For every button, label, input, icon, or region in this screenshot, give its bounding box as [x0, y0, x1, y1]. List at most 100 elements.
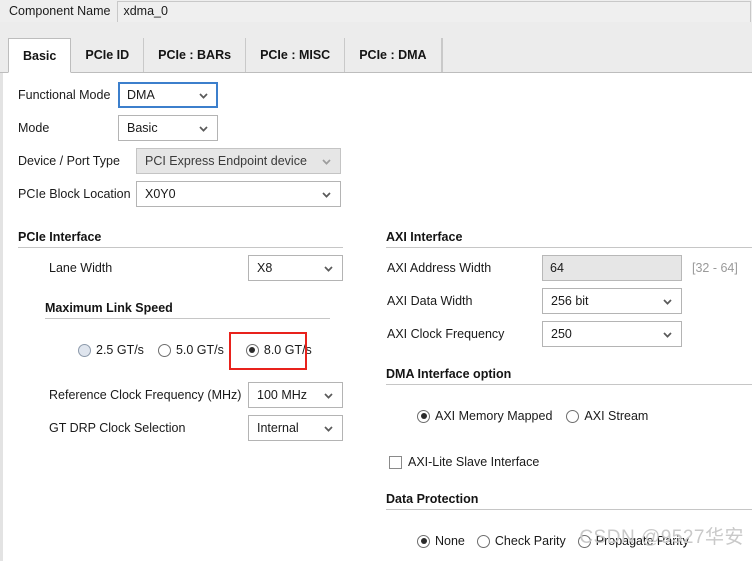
section-divider — [386, 247, 752, 248]
device-port-type-row: Device / Port Type PCI Express Endpoint … — [18, 148, 341, 174]
chevron-down-icon — [661, 328, 674, 341]
data-protection-option-check-parity[interactable]: Check Parity — [476, 534, 566, 548]
mode-label: Mode — [18, 121, 50, 135]
section-divider — [18, 247, 343, 248]
tab-pcie-id[interactable]: PCIe ID — [70, 38, 145, 72]
section-divider — [386, 509, 752, 510]
axi-address-width-label: AXI Address Width — [387, 261, 492, 275]
radio-indicator — [417, 534, 430, 548]
data-protection-option-propagate-parity[interactable]: Propagate Parity — [577, 534, 689, 548]
lane-width-row: Lane Width X8 — [49, 255, 343, 281]
radio-indicator — [245, 343, 259, 357]
radio-label: 8.0 GT/s — [263, 343, 312, 357]
chevron-down-icon — [322, 262, 335, 275]
tab-bar-filler — [441, 38, 752, 72]
gt-drp-clock-selection-dropdown[interactable]: Internal — [248, 415, 343, 441]
checkbox-label: AXI-Lite Slave Interface — [408, 455, 540, 469]
pcie-interface-section-header: PCIe Interface — [18, 230, 343, 248]
component-name-bar: Component Name — [0, 0, 752, 22]
tab-basic[interactable]: Basic — [8, 38, 72, 73]
tab-label: PCIe : MISC — [260, 48, 331, 62]
axi-address-width-range-hint: [32 - 64] — [692, 261, 738, 275]
functional-mode-dropdown[interactable]: DMA — [118, 82, 218, 108]
radio-label: AXI Stream — [584, 409, 649, 423]
tab-label: PCIe ID — [85, 48, 130, 62]
axi-clock-frequency-value: 250 — [551, 327, 572, 341]
axi-data-width-row: AXI Data Width 256 bit — [387, 288, 682, 314]
radio-indicator — [476, 534, 490, 548]
chevron-down-icon — [197, 122, 210, 135]
radio-indicator — [78, 343, 91, 357]
tab-pcie-misc[interactable]: PCIe : MISC — [245, 38, 346, 72]
axi-interface-title: AXI Interface — [386, 230, 463, 244]
dma-interface-radio-group: AXI Memory Mapped AXI Stream — [417, 409, 648, 423]
dma-interface-title: DMA Interface option — [386, 367, 512, 381]
axi-clock-frequency-dropdown[interactable]: 250 — [542, 321, 682, 347]
functional-mode-value: DMA — [127, 88, 155, 102]
pcie-block-location-row: PCIe Block Location X0Y0 — [18, 181, 341, 207]
gt-drp-clock-selection-label: GT DRP Clock Selection — [49, 421, 186, 435]
axi-lite-slave-interface-checkbox[interactable]: AXI-Lite Slave Interface — [389, 455, 539, 469]
link-speed-option-2-5[interactable]: 2.5 GT/s — [78, 343, 144, 357]
axi-address-width-row: AXI Address Width 64 [32 - 64] — [387, 255, 738, 281]
radio-label: None — [435, 534, 465, 548]
tab-bar: Basic PCIe ID PCIe : BARs PCIe : MISC PC… — [0, 38, 752, 73]
data-protection-option-none[interactable]: None — [417, 534, 465, 548]
link-speed-option-5-0[interactable]: 5.0 GT/s — [157, 343, 224, 357]
radio-label: Propagate Parity — [595, 534, 689, 548]
mode-value: Basic — [127, 121, 158, 135]
axi-data-width-dropdown[interactable]: 256 bit — [542, 288, 682, 314]
functional-mode-row: Functional Mode DMA — [18, 82, 218, 108]
max-link-speed-section-header: Maximum Link Speed — [45, 301, 330, 319]
chevron-down-icon — [322, 389, 335, 402]
axi-data-width-label: AXI Data Width — [387, 294, 473, 308]
radio-label: Check Parity — [494, 534, 566, 548]
chevron-down-icon — [661, 295, 674, 308]
pcie-block-location-dropdown[interactable]: X0Y0 — [136, 181, 341, 207]
tab-pcie-dma[interactable]: PCIe : DMA — [344, 38, 442, 72]
lane-width-dropdown[interactable]: X8 — [248, 255, 343, 281]
radio-label: 5.0 GT/s — [175, 343, 224, 357]
dma-interface-section-header: DMA Interface option — [386, 367, 752, 385]
section-divider — [386, 384, 752, 385]
axi-interface-section-header: AXI Interface — [386, 230, 752, 248]
link-speed-option-8-0[interactable]: 8.0 GT/s — [245, 343, 312, 357]
reference-clock-frequency-row: Reference Clock Frequency (MHz) 100 MHz — [49, 382, 343, 408]
device-port-type-dropdown[interactable]: PCI Express Endpoint device — [136, 148, 341, 174]
reference-clock-frequency-dropdown[interactable]: 100 MHz — [248, 382, 343, 408]
radio-label: AXI Memory Mapped — [435, 409, 553, 423]
header-spacer — [0, 22, 752, 38]
gt-drp-clock-selection-value: Internal — [257, 421, 299, 435]
axi-clock-frequency-row: AXI Clock Frequency 250 — [387, 321, 682, 347]
radio-label: 2.5 GT/s — [96, 343, 144, 357]
section-divider — [45, 318, 330, 319]
lane-width-label: Lane Width — [49, 261, 113, 275]
pcie-interface-title: PCIe Interface — [18, 230, 102, 244]
data-protection-radio-group: None Check Parity Propagate Parity — [417, 534, 689, 548]
mode-row: Mode Basic — [18, 115, 218, 141]
pcie-block-location-value: X0Y0 — [145, 187, 176, 201]
chevron-down-icon — [320, 188, 333, 201]
pcie-block-location-label: PCIe Block Location — [18, 187, 131, 201]
component-name-input[interactable] — [117, 0, 752, 22]
tab-label: PCIe : BARs — [158, 48, 232, 62]
tab-label: Basic — [23, 48, 57, 63]
dma-option-axi-memory-mapped[interactable]: AXI Memory Mapped — [417, 409, 552, 423]
max-link-speed-title: Maximum Link Speed — [45, 301, 173, 315]
axi-address-width-value: 64 — [550, 261, 564, 275]
tab-label: PCIe : DMA — [359, 48, 427, 62]
chevron-down-icon — [197, 89, 210, 102]
radio-indicator — [417, 409, 430, 423]
device-port-type-label: Device / Port Type — [18, 154, 120, 168]
chevron-down-icon — [320, 155, 333, 168]
max-link-speed-radio-group: 2.5 GT/s 5.0 GT/s 8.0 GT/s — [78, 343, 312, 357]
device-port-type-value: PCI Express Endpoint device — [145, 154, 307, 168]
mode-dropdown[interactable]: Basic — [118, 115, 218, 141]
axi-address-width-input[interactable]: 64 — [542, 255, 682, 281]
gt-drp-clock-selection-row: GT DRP Clock Selection Internal — [49, 415, 343, 441]
chevron-down-icon — [322, 422, 335, 435]
tab-pcie-bars[interactable]: PCIe : BARs — [143, 38, 247, 72]
lane-width-value: X8 — [257, 261, 273, 275]
functional-mode-label: Functional Mode — [18, 88, 111, 102]
dma-option-axi-stream[interactable]: AXI Stream — [566, 409, 648, 423]
